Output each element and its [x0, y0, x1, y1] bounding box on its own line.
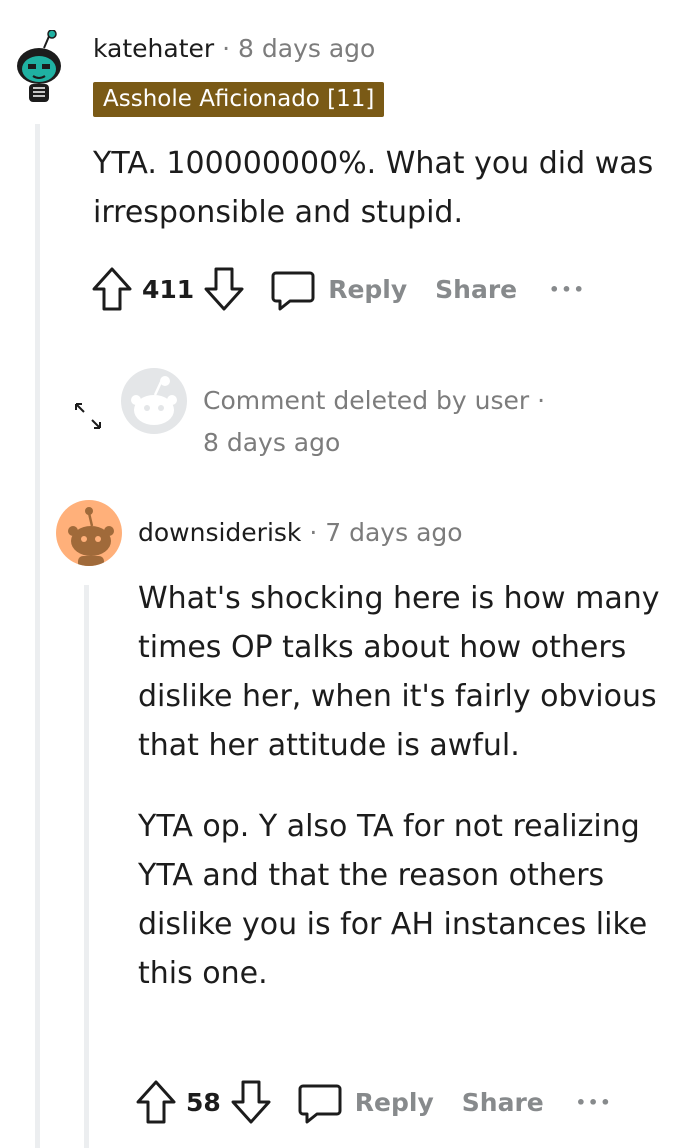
comment-paragraph: YTA op. Y also TA for not realizing YTA …: [138, 809, 648, 991]
comment-paragraph: What's shocking here is how many times O…: [138, 581, 660, 763]
username[interactable]: downsiderisk: [138, 518, 301, 547]
comment-body: YTA. 100000000%. What you did was irresp…: [93, 139, 683, 237]
reply-icon[interactable]: [270, 265, 316, 313]
timestamp[interactable]: 8 days ago: [238, 34, 375, 63]
snoo-avatar-gray: [131, 376, 177, 425]
comment-text: YTA. 100000000%. What you did was irresp…: [93, 146, 654, 230]
reply-icon[interactable]: [297, 1078, 343, 1126]
more-options-button[interactable]: •••: [549, 280, 586, 299]
thread-line[interactable]: [84, 585, 89, 1148]
share-button[interactable]: Share: [435, 275, 517, 304]
vote-count: 58: [186, 1087, 221, 1117]
deleted-text: Comment deleted by user ·: [203, 386, 546, 415]
comment-meta: katehater · 8 days ago: [93, 34, 375, 63]
timestamp[interactable]: 7 days ago: [325, 518, 462, 547]
avatar-downsiderisk[interactable]: [56, 500, 122, 566]
deleted-user-avatar: [121, 368, 187, 434]
reply-button[interactable]: Reply: [355, 1088, 434, 1117]
upvote-icon[interactable]: [134, 1078, 178, 1126]
comment-body: What's shocking here is how many times O…: [138, 574, 663, 998]
share-button[interactable]: Share: [462, 1088, 544, 1117]
snoo-avatar-orange: [68, 507, 114, 566]
thread-line[interactable]: [35, 124, 40, 1148]
downvote-icon[interactable]: [202, 265, 246, 313]
vote-count: 411: [142, 274, 195, 304]
user-flair: Asshole Aficionado [11]: [93, 82, 385, 117]
comment-actions: 58 Reply Share •••: [134, 1077, 612, 1127]
comment-actions: 411 Reply Share •••: [90, 264, 586, 314]
reply-button[interactable]: Reply: [328, 275, 407, 304]
meta-separator: ·: [309, 518, 318, 547]
comment-meta: downsiderisk · 7 days ago: [138, 518, 463, 547]
snoo-avatar-teal: [10, 29, 68, 102]
upvote-icon[interactable]: [90, 265, 134, 313]
more-options-button[interactable]: •••: [576, 1093, 613, 1112]
downvote-icon[interactable]: [229, 1078, 273, 1126]
avatar-katehater[interactable]: [8, 29, 70, 102]
deleted-timestamp: 8 days ago: [203, 428, 341, 457]
deleted-comment-notice: Comment deleted by user · 8 days ago: [203, 380, 623, 464]
username[interactable]: katehater: [93, 34, 214, 63]
meta-separator: ·: [222, 34, 231, 63]
expand-icon[interactable]: [72, 400, 104, 432]
